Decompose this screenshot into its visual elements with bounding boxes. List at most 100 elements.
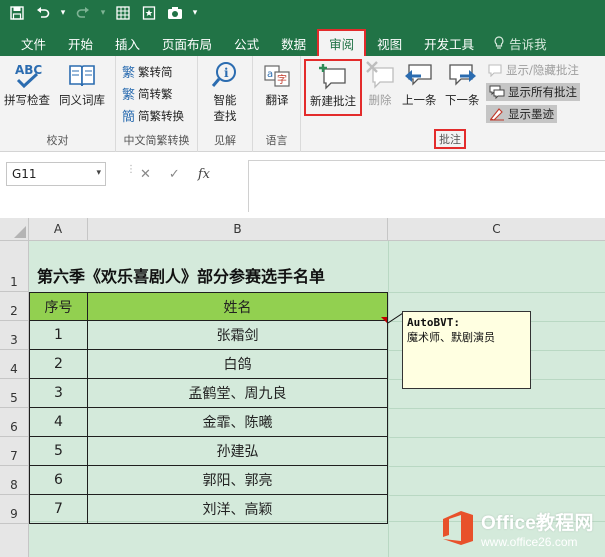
show-all-comments-button[interactable]: 显示所有批注	[486, 83, 580, 101]
insert-function-icon[interactable]: fx	[198, 167, 210, 182]
watermark: Office教程网 www.office26.com	[437, 504, 594, 552]
undo-dropdown-icon[interactable]: ▾	[58, 8, 68, 18]
table-cell-index[interactable]: 3	[29, 379, 88, 408]
tab-page-layout[interactable]: 页面布局	[151, 30, 223, 56]
row-header-4[interactable]: 4	[0, 350, 29, 379]
row-header-10[interactable]	[0, 524, 29, 557]
tab-formulas[interactable]: 公式	[223, 30, 270, 56]
formula-bar: G11 ▾ ⋮ ✕ ✓ fx	[0, 152, 605, 218]
column-header-a[interactable]: A	[29, 218, 88, 241]
group-label-insights: 见解	[214, 134, 236, 147]
group-comments: 新建批注 删除 上一条 下一条 显示/隐藏批注 显示所有批注 显示墨迹 批注	[301, 56, 605, 152]
header-cell-name[interactable]: 姓名	[88, 292, 388, 321]
tab-review[interactable]: 审阅	[317, 29, 367, 56]
delete-comment-icon	[366, 61, 394, 89]
tab-developer[interactable]: 开发工具	[413, 30, 485, 56]
tab-data[interactable]: 数据	[270, 30, 317, 56]
table-cell-name[interactable]: 白鸽	[88, 350, 388, 379]
previous-comment-button[interactable]: 上一条	[402, 60, 437, 108]
column-header-b[interactable]: B	[88, 218, 388, 241]
star-doc-icon[interactable]	[138, 3, 160, 23]
group-language: a字 翻译 语言	[253, 56, 301, 152]
table-cell-index[interactable]: 7	[29, 495, 88, 524]
book-icon	[69, 65, 95, 87]
table-cell-name[interactable]: 金霏、陈曦	[88, 408, 388, 437]
group-insights: i 智能 查找 见解	[198, 56, 253, 152]
group-chinese-conversion: 繁 繁转简 繁 简转繁 簡 简繁转换 中文简繁转换	[116, 56, 198, 152]
table-cell-name[interactable]: 孟鹤堂、周九良	[88, 379, 388, 408]
row-header-1[interactable]: 1	[0, 241, 29, 292]
next-comment-button[interactable]: 下一条	[445, 60, 480, 108]
tab-insert[interactable]: 插入	[104, 30, 151, 56]
thesaurus-button[interactable]: 同义词库	[59, 60, 105, 108]
cancel-icon[interactable]: ✕	[140, 167, 151, 182]
table-cell-index[interactable]: 6	[29, 466, 88, 495]
svg-text:i: i	[224, 66, 229, 80]
table-cell-name[interactable]: 孙建弘	[88, 437, 388, 466]
row-header-6[interactable]: 6	[0, 408, 29, 437]
enter-icon[interactable]: ✓	[169, 167, 180, 182]
tell-me-label: 告诉我	[509, 36, 547, 52]
tab-file[interactable]: 文件	[10, 30, 57, 56]
name-box-dropdown-icon[interactable]: ▾	[96, 168, 101, 178]
redo-dropdown-icon[interactable]: ▾	[98, 8, 108, 18]
comment-box[interactable]: AutoBVT: 魔术师、默剧演员	[402, 311, 531, 389]
table-cell-name[interactable]: 张霜剑	[88, 321, 388, 350]
redo-icon[interactable]	[72, 3, 94, 23]
svg-text:a: a	[267, 69, 273, 80]
customize-toolbar-icon[interactable]: ▾	[190, 8, 200, 18]
group-label-language: 语言	[265, 134, 288, 147]
convert-icon: 簡	[122, 110, 136, 125]
table-cell-index[interactable]: 4	[29, 408, 88, 437]
tab-view[interactable]: 视图	[366, 30, 413, 56]
table-cell-index[interactable]: 1	[29, 321, 88, 350]
table-cell-index[interactable]: 2	[29, 350, 88, 379]
grid-icon[interactable]	[112, 3, 134, 23]
show-all-comments-icon	[489, 85, 505, 99]
table-cell-index[interactable]: 5	[29, 437, 88, 466]
row-header-7[interactable]: 7	[0, 437, 29, 466]
watermark-url: www.office26.com	[481, 534, 578, 549]
translate-icon: a字	[264, 65, 290, 87]
group-label-chinese: 中文简繁转换	[123, 134, 190, 147]
new-comment-button[interactable]: 新建批注	[304, 59, 362, 116]
next-comment-icon	[449, 64, 477, 86]
row-header-8[interactable]: 8	[0, 466, 29, 495]
name-box[interactable]: G11 ▾	[6, 162, 106, 186]
formula-input[interactable]	[248, 160, 605, 212]
ribbon: ABC 拼写检查 同义词库 校对 繁 繁转简 繁 简转繁 簡 简繁转换 中文简繁…	[0, 56, 605, 152]
select-all-corner[interactable]	[0, 218, 29, 241]
camera-icon[interactable]	[164, 3, 186, 23]
delete-comment-button[interactable]: 删除	[365, 60, 395, 108]
translate-button[interactable]: a字 翻译	[262, 60, 292, 108]
row-header-5[interactable]: 5	[0, 379, 29, 408]
undo-icon[interactable]	[32, 3, 54, 23]
tell-me-box[interactable]: 告诉我	[485, 30, 558, 56]
to-simplified-button[interactable]: 繁 繁转简	[122, 62, 173, 82]
save-icon[interactable]	[6, 3, 28, 23]
group-proofing: ABC 拼写检查 同义词库 校对	[0, 56, 116, 152]
tab-home[interactable]: 开始	[57, 30, 104, 56]
row-header-2[interactable]: 2	[0, 292, 29, 321]
show-hide-comment-button[interactable]: 显示/隐藏批注	[487, 62, 579, 78]
row-header-9[interactable]: 9	[0, 495, 29, 524]
spell-check-button[interactable]: ABC 拼写检查	[4, 60, 50, 108]
sheet-title[interactable]: 第六季《欢乐喜剧人》部分参赛选手名单	[29, 241, 387, 292]
svg-text:字: 字	[277, 73, 287, 86]
comment-connector	[388, 312, 403, 324]
office-logo-icon	[443, 511, 473, 545]
table-cell-name[interactable]: 郭阳、郭亮	[88, 466, 388, 495]
column-header-c[interactable]: C	[388, 218, 605, 241]
formula-splitter[interactable]: ⋮	[126, 164, 136, 184]
to-traditional-button[interactable]: 繁 简转繁	[122, 84, 173, 104]
chinese-convert-button[interactable]: 簡 简繁转换	[122, 106, 184, 126]
table-cell-name[interactable]: 刘洋、高颖	[88, 495, 388, 524]
header-cell-index[interactable]: 序号	[29, 292, 88, 321]
row-header-3[interactable]: 3	[0, 321, 29, 350]
smart-lookup-button[interactable]: i 智能 查找	[210, 60, 240, 124]
group-label-proofing: 校对	[46, 134, 69, 147]
comment-indicator-icon	[381, 317, 387, 323]
group-label-comments: 批注	[434, 129, 466, 149]
show-ink-button[interactable]: 显示墨迹	[486, 105, 557, 123]
comment-author: AutoBVT:	[407, 316, 460, 329]
